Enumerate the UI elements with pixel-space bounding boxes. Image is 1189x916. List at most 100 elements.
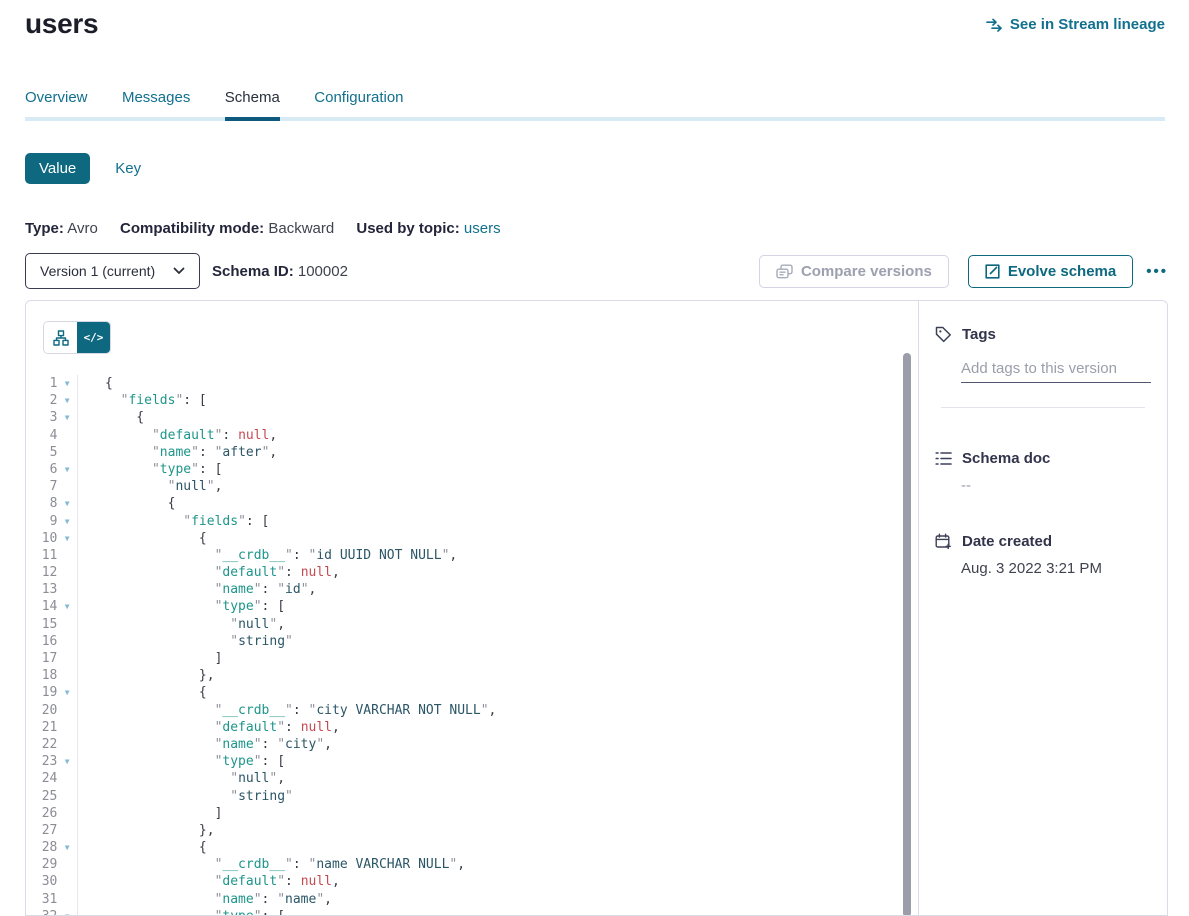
tab-messages[interactable]: Messages <box>122 89 190 117</box>
code-line: 21 "default": null, <box>26 719 918 736</box>
fold-toggle-icon <box>57 736 77 753</box>
fold-toggle-icon[interactable]: ▼ <box>57 684 77 701</box>
fold-toggle-icon[interactable]: ▼ <box>57 530 77 547</box>
fold-toggle-icon[interactable]: ▼ <box>57 753 77 770</box>
editor-gutter: 4 <box>26 427 78 444</box>
fold-toggle-icon <box>57 581 77 598</box>
fold-toggle-icon <box>57 444 77 461</box>
editor-gutter: 31 <box>26 891 78 908</box>
line-number: 25 <box>26 788 57 805</box>
code-text: ] <box>105 650 222 667</box>
date-created-value: Aug. 3 2022 3:21 PM <box>961 560 1151 577</box>
stream-lineage-icon <box>986 18 1003 32</box>
fold-toggle-icon <box>57 770 77 787</box>
add-tags-input[interactable] <box>961 360 1151 383</box>
line-number: 23 <box>26 753 57 770</box>
fold-toggle-icon <box>57 478 77 495</box>
edit-icon <box>985 264 1000 279</box>
line-number: 24 <box>26 770 57 787</box>
line-number: 8 <box>26 495 57 512</box>
code-line: 22 "name": "city", <box>26 736 918 753</box>
copy-icon <box>776 264 793 279</box>
editor-gutter: 13 <box>26 581 78 598</box>
fold-toggle-icon[interactable]: ▼ <box>57 598 77 615</box>
tab-configuration[interactable]: Configuration <box>314 89 403 117</box>
code-text: "name": "name", <box>105 891 332 908</box>
editor-gutter: 10▼ <box>26 530 78 547</box>
fold-toggle-icon <box>57 856 77 873</box>
editor-gutter: 1▼ <box>26 375 78 392</box>
fold-toggle-icon <box>57 616 77 633</box>
stream-lineage-link[interactable]: See in Stream lineage <box>986 16 1165 33</box>
compare-versions-label: Compare versions <box>801 263 932 280</box>
code-text: ] <box>105 805 222 822</box>
code-line: 4 "default": null, <box>26 427 918 444</box>
fold-toggle-icon <box>57 564 77 581</box>
line-number: 28 <box>26 839 57 856</box>
value-segment-button[interactable]: Value <box>25 153 90 184</box>
code-line: 28▼ { <box>26 839 918 856</box>
code-line: 26 ] <box>26 805 918 822</box>
key-segment-button[interactable]: Key <box>115 160 141 177</box>
code-text: "__crdb__": "id UUID NOT NULL", <box>105 547 457 564</box>
code-text: { <box>105 495 175 512</box>
schema-doc-section: Schema doc -- <box>935 450 1151 494</box>
fold-toggle-icon <box>57 719 77 736</box>
code-text: "type": [ <box>105 598 285 615</box>
fold-toggle-icon <box>57 788 77 805</box>
editor-gutter: 6▼ <box>26 461 78 478</box>
fold-toggle-icon[interactable]: ▼ <box>57 461 77 478</box>
stream-lineage-label: See in Stream lineage <box>1010 16 1165 33</box>
version-select[interactable]: Version 1 (current) <box>25 253 200 289</box>
compare-versions-button[interactable]: Compare versions <box>759 255 949 288</box>
version-toolbar: Version 1 (current) Schema ID: 100002 Co… <box>25 253 1168 289</box>
topic-link[interactable]: users <box>464 220 501 237</box>
more-options-button[interactable]: ••• <box>1146 263 1168 280</box>
line-number: 2 <box>26 392 57 409</box>
code-text: "string" <box>105 788 293 805</box>
tags-title: Tags <box>962 326 996 343</box>
tree-view-icon <box>53 330 69 346</box>
schema-doc-header: Schema doc <box>935 450 1151 467</box>
editor-gutter: 30 <box>26 873 78 890</box>
code-line: 9▼ "fields": [ <box>26 513 918 530</box>
tags-section-header: Tags <box>935 326 1151 343</box>
fold-toggle-icon[interactable]: ▼ <box>57 375 77 392</box>
schema-page: users See in Stream lineage Overview Mes… <box>0 0 1189 916</box>
tree-view-button[interactable] <box>44 322 77 353</box>
code-view-button[interactable]: </> <box>77 322 110 353</box>
fold-toggle-icon[interactable]: ▼ <box>57 392 77 409</box>
line-number: 4 <box>26 427 57 444</box>
code-text: "name": "after", <box>105 444 277 461</box>
code-text: "string" <box>105 633 293 650</box>
line-number: 15 <box>26 616 57 633</box>
schema-type: Type: Avro <box>25 220 98 237</box>
line-number: 12 <box>26 564 57 581</box>
tab-overview[interactable]: Overview <box>25 89 88 117</box>
code-line: 24 "null", <box>26 770 918 787</box>
code-text: "null", <box>105 616 285 633</box>
fold-toggle-icon[interactable]: ▼ <box>57 409 77 426</box>
schema-doc-value: -- <box>961 477 1151 494</box>
editor-gutter: 22 <box>26 736 78 753</box>
date-created-section: Date created Aug. 3 2022 3:21 PM <box>935 533 1151 577</box>
fold-toggle-icon <box>57 547 77 564</box>
code-line: 14▼ "type": [ <box>26 598 918 615</box>
fold-toggle-icon[interactable]: ▼ <box>57 908 77 915</box>
editor-view-toggle: </> <box>43 321 111 354</box>
evolve-schema-button[interactable]: Evolve schema <box>968 255 1133 288</box>
tab-schema[interactable]: Schema <box>225 89 280 117</box>
editor-gutter: 29 <box>26 856 78 873</box>
fold-toggle-icon[interactable]: ▼ <box>57 513 77 530</box>
line-number: 16 <box>26 633 57 650</box>
code-text: "type": [ <box>105 461 222 478</box>
line-number: 22 <box>26 736 57 753</box>
code-line: 30 "default": null, <box>26 873 918 890</box>
code-text: "fields": [ <box>105 392 207 409</box>
editor-vertical-scrollbar[interactable] <box>903 353 911 915</box>
fold-toggle-icon[interactable]: ▼ <box>57 495 77 512</box>
schema-sidebar: Tags Schema doc -- <box>918 301 1167 915</box>
schema-id: Schema ID: 100002 <box>212 263 348 280</box>
version-select-value: Version 1 (current) <box>40 263 155 279</box>
fold-toggle-icon[interactable]: ▼ <box>57 839 77 856</box>
